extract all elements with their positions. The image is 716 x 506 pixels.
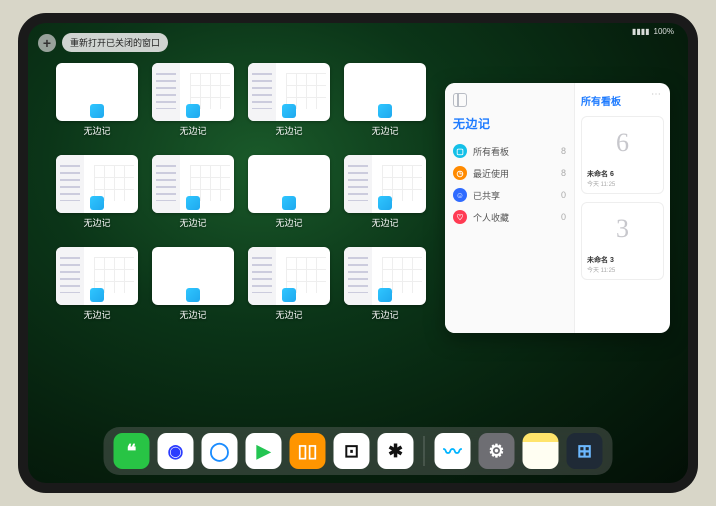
panel-title: 无边记 [453,115,566,132]
window-label: 无边记 [371,216,398,229]
category-row[interactable]: ♡ 个人收藏 0 [453,206,566,228]
category-count: 0 [561,212,566,222]
window-preview [248,247,330,305]
board-date: 今天 11:25 [587,179,658,188]
dock-app-wechat[interactable]: ❝ [114,433,150,469]
panel-content: ⋯ 所有看板 6未命名 6今天 11:253未命名 3今天 11:25 [574,83,670,333]
window-thumbnail[interactable]: 无边记 [152,63,234,137]
window-preview [344,155,426,213]
window-thumbnail[interactable]: 无边记 [248,247,330,321]
top-bar: + 重新打开已关闭的窗口 [38,33,168,52]
window-thumbnail[interactable]: 无边记 [56,247,138,321]
category-label: 所有看板 [473,145,509,158]
window-label: 无边记 [83,216,110,229]
dock-app-settings[interactable]: ⚙ [479,433,515,469]
window-thumbnail[interactable]: 无边记 [248,63,330,137]
category-icon: ♡ [453,210,467,224]
dock-app-dice[interactable]: ⊡ [334,433,370,469]
window-label: 无边记 [275,124,302,137]
app-switcher-grid: 无边记无边记无边记无边记无边记无边记无边记无边记无边记无边记无边记无边记 [56,63,436,321]
category-label: 已共享 [473,189,500,202]
panel-sidebar: 无边记 ▢ 所有看板 8 ◷ 最近使用 8 ☺ 已共享 0 ♡ 个人收藏 0 [445,83,574,333]
category-count: 8 [561,146,566,156]
dock-app-folder[interactable]: ⊞ [567,433,603,469]
dock-app-freeform[interactable]: 〰 [435,433,471,469]
ipad-frame: ▮▮▮▮ 100% + 重新打开已关闭的窗口 无边记无边记无边记无边记无边记无边… [18,13,698,493]
window-thumbnail[interactable]: 无边记 [248,155,330,229]
window-preview [152,247,234,305]
window-preview [344,63,426,121]
dock: ❝◉◯▶▯▯⊡✱ 〰⚙ ⊞ [104,427,613,475]
status-bar: ▮▮▮▮ 100% [632,27,674,36]
window-preview [56,247,138,305]
category-count: 8 [561,168,566,178]
window-thumbnail[interactable]: 无边记 [152,247,234,321]
window-thumbnail[interactable]: 无边记 [56,155,138,229]
dock-app-notes[interactable] [523,433,559,469]
window-label: 无边记 [179,216,206,229]
dock-separator [424,436,425,466]
window-label: 无边记 [275,308,302,321]
board-date: 今天 11:25 [587,265,658,274]
category-icon: ☺ [453,188,467,202]
category-row[interactable]: ▢ 所有看板 8 [453,140,566,162]
signal-icon: ▮▮▮▮ [632,27,650,36]
board-preview: 3 [584,205,661,253]
board-title: 未命名 3 [587,255,658,265]
battery-label: 100% [654,27,674,36]
dock-app-browser2[interactable]: ◯ [202,433,238,469]
category-label: 最近使用 [473,167,509,180]
window-preview [344,247,426,305]
window-preview [248,63,330,121]
dock-app-play[interactable]: ▶ [246,433,282,469]
window-preview [248,155,330,213]
category-row[interactable]: ☺ 已共享 0 [453,184,566,206]
window-preview [152,155,234,213]
category-row[interactable]: ◷ 最近使用 8 [453,162,566,184]
dock-app-dots[interactable]: ✱ [378,433,414,469]
category-count: 0 [561,190,566,200]
screen: ▮▮▮▮ 100% + 重新打开已关闭的窗口 无边记无边记无边记无边记无边记无边… [28,23,688,483]
window-thumbnail[interactable]: 无边记 [152,155,234,229]
sidebar-toggle-icon[interactable] [453,93,467,107]
window-thumbnail[interactable]: 无边记 [344,247,426,321]
reopen-closed-window-button[interactable]: 重新打开已关闭的窗口 [62,33,168,52]
board-title: 未命名 6 [587,169,658,179]
window-label: 无边记 [179,308,206,321]
category-icon: ▢ [453,144,467,158]
dock-app-browser1[interactable]: ◉ [158,433,194,469]
window-thumbnail[interactable]: 无边记 [344,63,426,137]
window-label: 无边记 [179,124,206,137]
dock-app-books[interactable]: ▯▯ [290,433,326,469]
window-label: 无边记 [83,124,110,137]
category-label: 个人收藏 [473,211,509,224]
more-icon[interactable]: ⋯ [651,89,662,100]
window-preview [56,155,138,213]
window-label: 无边记 [371,308,398,321]
board-preview: 6 [584,119,661,167]
freeform-panel: 无边记 ▢ 所有看板 8 ◷ 最近使用 8 ☺ 已共享 0 ♡ 个人收藏 0 ⋯ 所有看板 6 未命名 … [445,83,670,333]
category-icon: ◷ [453,166,467,180]
window-thumbnail[interactable]: 无边记 [56,63,138,137]
board-card[interactable]: 3 未命名 3今天 11:25 [581,202,664,280]
window-preview [56,63,138,121]
window-preview [152,63,234,121]
window-label: 无边记 [275,216,302,229]
window-thumbnail[interactable]: 无边记 [344,155,426,229]
board-card[interactable]: 6 未命名 6今天 11:25 [581,116,664,194]
window-label: 无边记 [83,308,110,321]
add-button[interactable]: + [38,34,56,52]
window-label: 无边记 [371,124,398,137]
